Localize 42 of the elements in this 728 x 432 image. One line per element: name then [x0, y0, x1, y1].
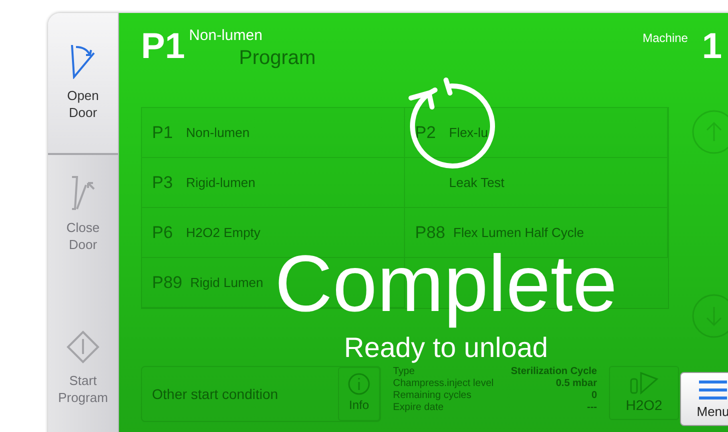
program-code: P88	[415, 222, 446, 242]
program-name: H2O2 Empty	[186, 225, 260, 240]
info-label: Champress.inject level	[393, 378, 495, 390]
start-diamond-icon	[66, 330, 100, 364]
menu-icon	[699, 380, 727, 400]
program-name: Rigid Lumen	[190, 275, 264, 290]
program-code: P1	[152, 122, 174, 142]
program-code: P3	[152, 172, 174, 192]
info-button[interactable]: Info	[338, 367, 380, 421]
info-label: Expire date	[393, 402, 445, 414]
info-value: Sterilization Cycle	[510, 366, 597, 378]
start-condition-field[interactable]: Other start condition Info	[141, 366, 381, 422]
program-name-heading: Non-lumen	[189, 27, 262, 44]
info-value: 0.5 mbar	[554, 378, 597, 390]
program-item[interactable]: P3 Rigid-lumen	[142, 158, 405, 208]
machine-label: Machine	[642, 31, 688, 45]
menu-button[interactable]: Menu	[680, 372, 728, 426]
info-value: ---	[586, 402, 597, 414]
info-label: Remaining cycles	[393, 390, 472, 402]
scroll-down-icon[interactable]	[691, 293, 728, 339]
screen-title: Program	[239, 47, 316, 70]
info-value: 0	[590, 390, 597, 402]
program-item[interactable]: P1 Non-lumen	[142, 108, 405, 158]
program-name: Flex-lu	[449, 125, 488, 140]
scroll-up-icon[interactable]	[691, 109, 728, 155]
start-condition-label: Other start condition	[152, 386, 280, 402]
program-code: P2	[415, 122, 437, 142]
program-item[interactable]: P2 Flex-lu	[405, 108, 668, 158]
info-icon	[347, 372, 371, 396]
open-door-button[interactable]: Open Door	[48, 13, 118, 155]
h2o2-button[interactable]: H2O2	[609, 366, 679, 420]
program-name: Leak Test	[449, 175, 504, 190]
program-code: P6	[152, 222, 174, 242]
program-name: Flex Lumen Half Cycle	[453, 225, 584, 240]
machine-number: 1	[702, 27, 722, 65]
status-message: Ready to unload	[344, 333, 548, 363]
program-name: Rigid-lumen	[186, 175, 256, 190]
program-code-heading: P1	[141, 27, 186, 65]
program-item[interactable]: Leak Test	[405, 158, 668, 208]
program-name: Non-lumen	[186, 125, 250, 140]
info-label: Type	[393, 366, 416, 378]
program-code: P89	[152, 272, 182, 292]
